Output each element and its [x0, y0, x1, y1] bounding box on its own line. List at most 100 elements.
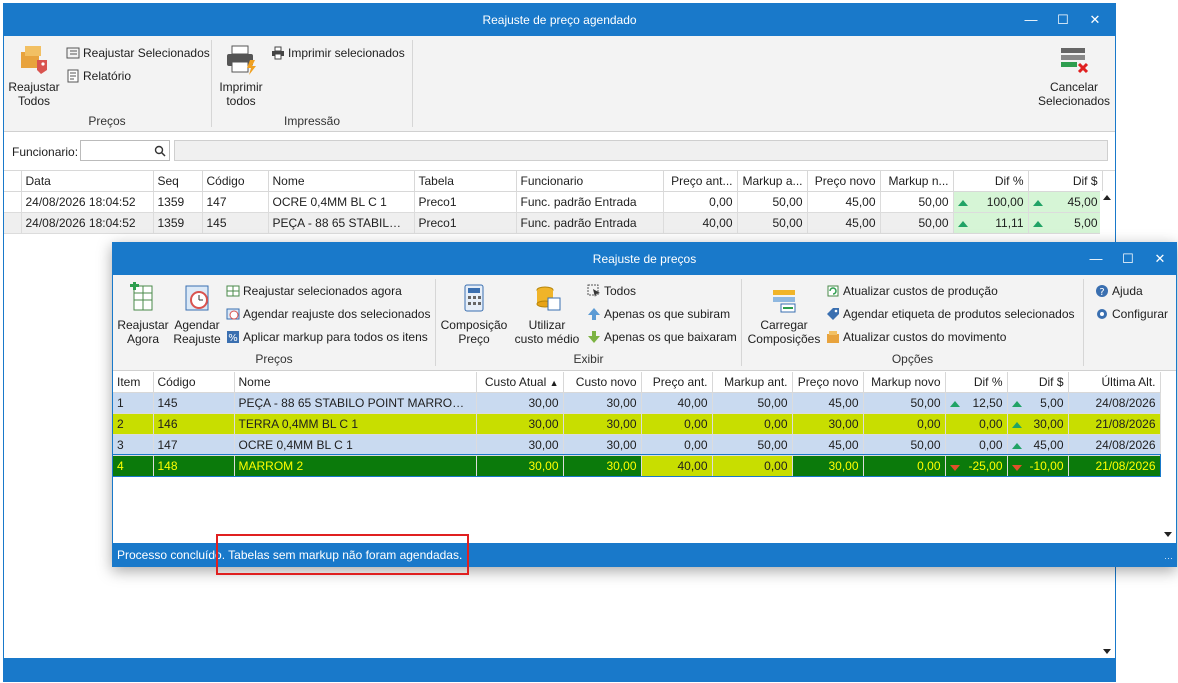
funcionario-search-input[interactable] [80, 140, 170, 161]
table-row-selected[interactable]: 4 148 MARROM 2 30,00 30,00 40,00 0,00 30… [112, 454, 1161, 477]
col-header[interactable]: Funcionario [516, 171, 664, 192]
reajustar-todos-button[interactable]: Reajustar Todos [6, 42, 62, 108]
cell-ultima-alt: 24/08/2026 [1068, 392, 1161, 414]
table-row[interactable]: 24/08/2026 18:04:52 1359 145 PEÇA - 88 6… [4, 212, 1103, 234]
imprimir-todos-button[interactable]: Imprimir todos [214, 42, 268, 108]
cell-markup-ant: 0,00 [712, 455, 793, 477]
col-header[interactable]: Markup n... [880, 171, 954, 192]
cell-markup-ant: 50,00 [712, 434, 793, 456]
cell-custo-novo[interactable]: 30,00 [563, 392, 642, 414]
close-icon[interactable]: ✕ [1085, 10, 1105, 30]
filtro-todos-button[interactable]: Todos [587, 282, 636, 300]
col-header[interactable]: Markup ant. [712, 372, 793, 393]
maximize-icon[interactable]: ☐ [1053, 10, 1073, 30]
cell-preco-novo[interactable]: 30,00 [792, 455, 864, 477]
minimize-icon[interactable]: — [1021, 10, 1041, 30]
filter-bar[interactable] [174, 140, 1108, 161]
atualizar-custos-producao-button[interactable]: Atualizar custos de produção [826, 282, 998, 300]
col-header[interactable]: Preço ant. [641, 372, 713, 393]
agendar-reajuste-label: Agendar Reajuste [173, 318, 221, 346]
cell-nome: PEÇA - 88 65 STABILO POINT MARROM U... [234, 392, 477, 414]
maximize-icon[interactable]: ☐ [1118, 249, 1138, 269]
atualizar-custos-movimento-button[interactable]: Atualizar custos do movimento [826, 328, 1006, 346]
scroll-down-icon[interactable] [1164, 532, 1172, 537]
col-header[interactable]: Dif % [953, 171, 1029, 192]
cell-dif-pct: 100,00 [953, 191, 1029, 213]
col-header[interactable]: Data [21, 171, 154, 192]
table-row[interactable]: 1 145 PEÇA - 88 65 STABILO POINT MARROM … [113, 392, 1161, 414]
col-header[interactable]: Preço novo [807, 171, 881, 192]
scroll-up-icon[interactable] [1103, 195, 1111, 200]
cell-markup-novo[interactable]: 0,00 [863, 455, 946, 477]
resize-grip-icon[interactable]: ⋯ [1164, 553, 1173, 564]
cell-dif-pct: 0,00 [945, 434, 1008, 456]
col-header-sorted[interactable]: Custo Atual ▲ [476, 372, 564, 393]
configurar-button[interactable]: Configurar [1095, 305, 1168, 323]
cell-markup-ant: 50,00 [737, 191, 808, 213]
col-header[interactable]: Última Alt. [1068, 372, 1161, 393]
table-row[interactable]: 2 146 TERRA 0,4MM BL C 1 30,00 30,00 0,0… [113, 413, 1161, 435]
cell-ultima-alt: 21/08/2026 [1068, 413, 1161, 435]
col-header[interactable]: Item [113, 372, 154, 393]
filtro-subiram-button[interactable]: Apenas os que subiram [587, 305, 730, 323]
col-header[interactable]: Tabela [414, 171, 517, 192]
cell-item: 2 [113, 413, 154, 435]
minimize-icon[interactable]: — [1086, 249, 1106, 269]
reajustar-selecionados-button[interactable]: Reajustar Selecionados [66, 44, 210, 62]
cell-preco-novo[interactable]: 30,00 [792, 413, 864, 435]
col-header[interactable]: Markup a... [737, 171, 808, 192]
printer-icon [272, 46, 284, 60]
opcoes-group-label: Opções [891, 352, 934, 366]
col-header[interactable]: Preço ant... [663, 171, 738, 192]
reajustar-selecionados-agora-button[interactable]: Reajustar selecionados agora [226, 282, 402, 300]
carregar-composicoes-button[interactable]: Carregar Composições [745, 282, 823, 346]
col-header[interactable]: Preço novo [792, 372, 864, 393]
dif-pct-value: 12,50 [972, 395, 1003, 410]
filtro-baixaram-button[interactable]: Apenas os que baixaram [587, 328, 737, 346]
cell-ultima-alt: 24/08/2026 [1068, 434, 1161, 456]
col-header[interactable]: Markup novo [863, 372, 946, 393]
reajustar-todos-label: Reajustar Todos [8, 80, 60, 108]
carregar-composicoes-label: Carregar Composições [747, 318, 821, 346]
col-header[interactable]: Seq [153, 171, 203, 192]
agendar-reajuste-button[interactable]: Agendar Reajuste [171, 282, 223, 346]
cell-markup-novo[interactable]: 50,00 [863, 392, 946, 414]
relatorio-button[interactable]: Relatório [66, 67, 131, 85]
cell-custo-novo[interactable]: 30,00 [563, 455, 642, 477]
agendar-reajuste-selecionados-button[interactable]: Agendar reajuste dos selecionados [226, 305, 430, 323]
cell-preco-ant: 0,00 [641, 434, 713, 456]
ajuda-button[interactable]: ? Ajuda [1095, 282, 1143, 300]
utilizar-custo-medio-button[interactable]: Utilizar custo médio [511, 282, 583, 346]
col-header[interactable]: Dif $ [1028, 171, 1103, 192]
col-header[interactable]: Custo novo [563, 372, 642, 393]
cell-markup-novo[interactable]: 0,00 [863, 413, 946, 435]
cell-preco-novo[interactable]: 45,00 [792, 392, 864, 414]
svg-text:?: ? [1099, 287, 1104, 298]
composicao-preco-button[interactable]: Composição Preço [439, 282, 509, 346]
printer-lightning-icon [227, 45, 256, 75]
table-row[interactable]: 3 147 OCRE 0,4MM BL C 1 30,00 30,00 0,00… [113, 434, 1161, 456]
scroll-down-icon[interactable] [1103, 649, 1111, 654]
close-icon[interactable]: ✕ [1150, 249, 1170, 269]
col-header[interactable]: Dif $ [1007, 372, 1069, 393]
cell-markup-novo[interactable]: 50,00 [863, 434, 946, 456]
table-row[interactable]: 24/08/2026 18:04:52 1359 147 OCRE 0,4MM … [4, 191, 1103, 213]
agendar-etiqueta-button[interactable]: Agendar etiqueta de produtos selecionado… [826, 305, 1075, 323]
cell-seq: 1359 [153, 212, 203, 234]
dialog-grid-scrollbar[interactable] [1160, 392, 1175, 542]
reajustar-agora-button[interactable]: Reajustar Agora [117, 282, 169, 346]
col-header[interactable]: Nome [234, 372, 477, 393]
col-header[interactable]: Código [202, 171, 269, 192]
imprimir-selecionados-button[interactable]: Imprimir selecionados [271, 44, 405, 62]
cell-custo-novo[interactable]: 30,00 [563, 434, 642, 456]
col-header[interactable]: Dif % [945, 372, 1008, 393]
col-header[interactable]: Nome [268, 171, 415, 192]
agendar-etiqueta-label: Agendar etiqueta de produtos selecionado… [843, 307, 1075, 321]
cell-custo-novo[interactable]: 30,00 [563, 413, 642, 435]
dialog-table-header: Item Código Nome Custo Atual ▲ Custo nov… [113, 372, 1161, 393]
aplicar-markup-button[interactable]: % Aplicar markup para todos os itens [226, 328, 428, 346]
col-header[interactable]: Código [153, 372, 235, 393]
cell-preco-novo[interactable]: 45,00 [792, 434, 864, 456]
arrow-up-icon [949, 400, 960, 407]
cancelar-selecionados-button[interactable]: Cancelar Selecionados [1036, 42, 1112, 108]
